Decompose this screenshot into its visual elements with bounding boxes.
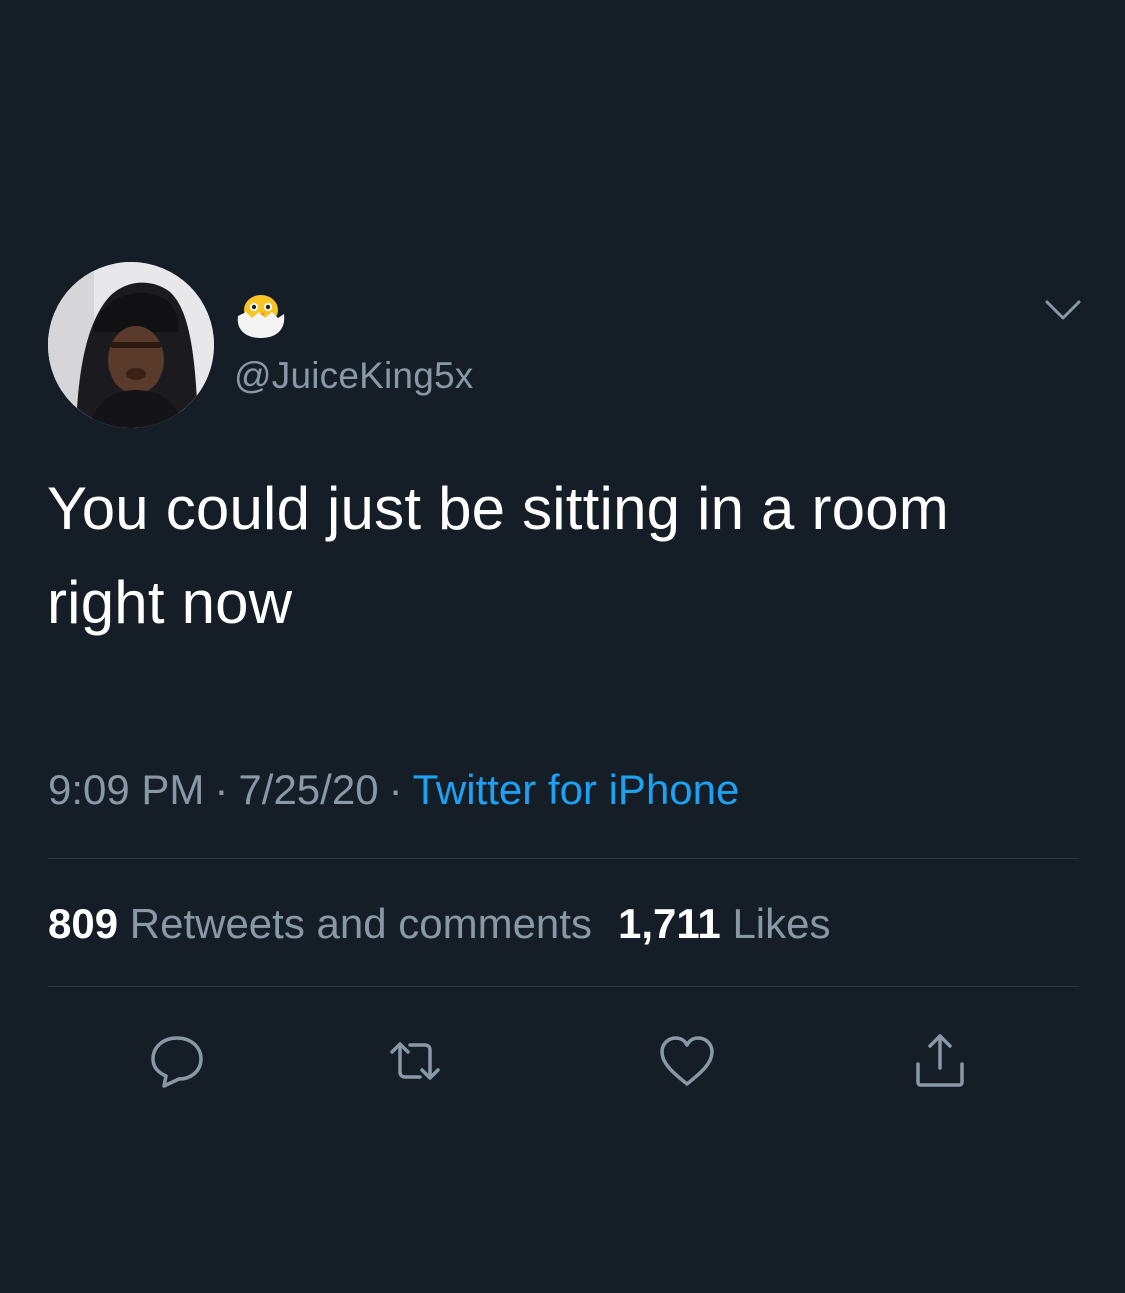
display-name[interactable] (232, 284, 302, 344)
share-button[interactable] (909, 1030, 971, 1092)
divider (48, 986, 1079, 987)
retweets-stat[interactable]: 809 Retweets and comments (48, 900, 592, 947)
meta-separator: · (388, 766, 403, 813)
retweet-button[interactable] (384, 1030, 446, 1092)
tweet-source-link[interactable]: Twitter for iPhone (413, 766, 740, 813)
tweet-stats: 809 Retweets and comments 1,711 Likes (48, 898, 831, 950)
hatching-chick-emoji (237, 295, 285, 338)
divider (48, 858, 1079, 859)
reply-button[interactable] (146, 1030, 208, 1092)
retweets-count: 809 (48, 900, 119, 947)
likes-stat[interactable]: 1,711 Likes (618, 900, 831, 947)
tweet-meta: 9:09 PM · 7/25/20 · Twitter for iPhone (48, 764, 739, 816)
action-bar (0, 1020, 1125, 1100)
tweet-card: @JuiceKing5x You could just be sitting i… (0, 0, 1125, 1293)
chevron-down-icon[interactable] (1043, 296, 1083, 324)
tweet-text-line: right now (47, 569, 293, 636)
avatar-photo (48, 262, 214, 428)
likes-label: Likes (732, 900, 831, 947)
meta-separator: · (214, 766, 229, 813)
avatar[interactable] (48, 262, 214, 428)
retweet-icon (390, 1042, 440, 1080)
tweet-date[interactable]: 7/25/20 (238, 766, 378, 813)
tweet-text-line: You could just be sitting in a room (47, 475, 949, 542)
share-icon (916, 1034, 964, 1087)
heart-icon (660, 1036, 714, 1086)
reply-icon (151, 1036, 203, 1088)
retweets-label: Retweets and comments (129, 900, 592, 947)
tweet-text: You could just be sitting in a room righ… (47, 462, 1087, 650)
tweet-time: 9:09 PM (48, 766, 205, 813)
likes-count: 1,711 (617, 900, 721, 947)
user-handle[interactable]: @JuiceKing5x (234, 352, 473, 400)
like-button[interactable] (656, 1030, 718, 1092)
